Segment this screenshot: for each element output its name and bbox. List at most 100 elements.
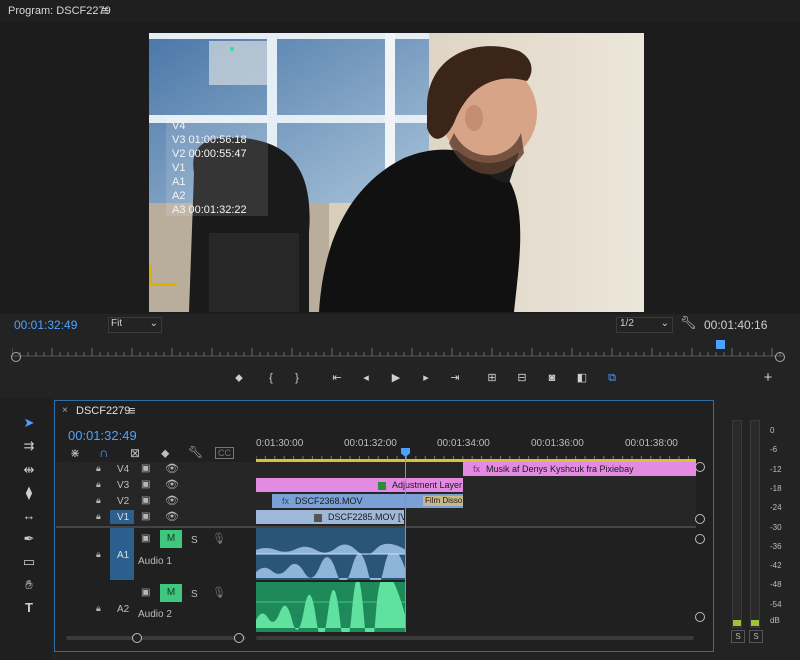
play-icon[interactable]: ▶ — [388, 371, 404, 385]
microphone-icon[interactable]: 🎙︎ — [212, 586, 226, 599]
film-icon[interactable]: ▣ — [141, 479, 150, 490]
playhead-timecode[interactable]: 00:01:32:49 — [14, 318, 77, 332]
clip-v4-music[interactable]: fx Musik af Denys Kyshcuk fra Pixiebay — [463, 462, 696, 476]
audio-clip-a2[interactable] — [256, 582, 406, 632]
scroll-handle[interactable] — [695, 462, 705, 472]
selection-tool-icon[interactable]: ➤ — [19, 414, 39, 432]
wrench-icon[interactable]: 🔧︎ — [188, 445, 203, 459]
export-frame-icon[interactable]: ◙ — [544, 371, 560, 385]
track-lock-icon[interactable]: 🔒︎ — [96, 549, 101, 560]
film-icon[interactable]: ▣ — [141, 533, 150, 544]
nest-toggle-icon[interactable]: ⋇ — [70, 446, 80, 460]
go-to-in-icon[interactable]: ⇤ — [329, 371, 345, 385]
timeline-timecode[interactable]: 00:01:32:49 — [68, 428, 137, 443]
track-label-v3[interactable]: V3 — [117, 480, 129, 491]
pen-tool-icon[interactable]: ✒ — [19, 530, 39, 548]
film-icon[interactable]: ▣ — [141, 587, 150, 598]
track-lock-icon[interactable]: 🔒︎ — [96, 479, 101, 490]
fit-dropdown[interactable]: Fit ⌄ — [108, 317, 162, 333]
linked-selection-icon[interactable]: ⊠ — [130, 446, 140, 460]
solo-button[interactable]: S — [191, 589, 198, 600]
clip-v3-adjustment[interactable]: Adjustment Layer — [256, 478, 463, 492]
eye-icon[interactable]: 👁︎ — [165, 494, 179, 507]
scrub-ruler — [11, 348, 784, 357]
mute-button[interactable]: M — [160, 530, 182, 548]
microphone-icon[interactable]: 🎙︎ — [212, 532, 226, 545]
track-lock-icon[interactable]: 🔒︎ — [96, 463, 101, 474]
program-title: Program: DSCF2279 — [8, 5, 111, 17]
eye-icon[interactable]: 👁︎ — [165, 478, 179, 491]
eye-icon[interactable]: 👁︎ — [165, 510, 179, 523]
scroll-handle[interactable] — [695, 612, 705, 622]
audio-track-name: Audio 1 — [138, 556, 172, 567]
horizontal-scrollbar[interactable] — [66, 636, 246, 640]
fx-badge — [378, 481, 386, 490]
wrench-icon[interactable]: 🔧︎ — [680, 315, 697, 331]
meter-channel-right — [750, 420, 760, 628]
mark-out-button[interactable]: } — [289, 371, 305, 385]
scrub-start-handle[interactable] — [11, 352, 21, 362]
overlay-box — [166, 116, 268, 172]
scroll-handle[interactable] — [695, 514, 705, 524]
proxy-toggle-icon[interactable]: ⧉ — [604, 371, 620, 385]
type-tool-icon[interactable]: T — [19, 599, 39, 617]
step-forward-icon[interactable]: ▸ — [418, 371, 434, 385]
scrub-end-handle[interactable] — [775, 352, 785, 362]
track-select-tool-icon[interactable]: ⇉ — [19, 437, 39, 455]
track-lock-icon[interactable]: 🔒︎ — [96, 603, 101, 614]
audio-clip-a1[interactable] — [256, 528, 406, 580]
ruler-label: 0:01:30:00 — [256, 438, 304, 449]
step-back-icon[interactable]: ◂ — [358, 371, 374, 385]
resolution-dropdown[interactable]: 1/2 ⌄ — [616, 317, 673, 333]
eye-icon[interactable]: 👁︎ — [165, 462, 179, 475]
ruler-label: 00:01:32:00 — [344, 438, 397, 449]
close-icon[interactable]: × — [62, 405, 68, 416]
rectangle-tool-icon[interactable]: ▭ — [19, 553, 39, 571]
solo-left-button[interactable]: S — [731, 630, 745, 643]
track-label-v2[interactable]: V2 — [117, 496, 129, 507]
add-marker-icon[interactable]: ⬥ — [231, 371, 247, 385]
ruler-label: 00:01:38:00 — [625, 438, 678, 449]
snap-icon[interactable]: ∩ — [99, 445, 108, 460]
timeline-menu-icon[interactable]: ≡ — [128, 403, 136, 418]
track-lock-icon[interactable]: 🔒︎ — [96, 511, 101, 522]
film-icon[interactable]: ▣ — [141, 511, 150, 522]
extract-icon[interactable]: ⊟ — [514, 371, 530, 385]
mute-button[interactable]: M — [160, 584, 182, 602]
lift-icon[interactable]: ⊞ — [484, 371, 500, 385]
waveform — [256, 582, 406, 632]
add-marker-icon[interactable]: ⬥ — [161, 446, 169, 461]
mark-in-button[interactable]: { — [263, 371, 279, 385]
clip-label: Musik af Denys Kyshcuk fra Pixiebay — [486, 464, 634, 474]
transition-film-dissolve[interactable]: Film Disso — [423, 496, 463, 506]
track-label-v1[interactable]: V1 — [117, 512, 129, 523]
fit-value: Fit — [111, 318, 123, 329]
slip-tool-icon[interactable]: ↔ — [19, 507, 39, 525]
ripple-edit-tool-icon[interactable]: ⇹ — [19, 461, 39, 479]
track-lock-icon[interactable]: 🔒︎ — [96, 495, 101, 506]
program-menu-icon[interactable]: ≡ — [101, 3, 109, 18]
zoom-handle[interactable] — [234, 633, 244, 643]
comparison-view-icon[interactable]: ◧ — [574, 371, 590, 385]
add-button-icon[interactable]: + — [760, 370, 776, 385]
scrub-bar[interactable] — [11, 340, 784, 358]
hand-tool-icon[interactable]: ✋︎ — [19, 576, 39, 594]
track-label-a1[interactable]: A1 — [117, 550, 129, 561]
solo-right-button[interactable]: S — [749, 630, 763, 643]
sequence-name[interactable]: DSCF2279 — [76, 405, 130, 417]
track-label-v4[interactable]: V4 — [117, 464, 129, 475]
film-icon[interactable]: ▣ — [141, 463, 150, 474]
razor-tool-icon[interactable]: ⧫ — [19, 484, 39, 502]
clip-v1-dscf2285[interactable]: DSCF2285.MOV [V] — [256, 510, 404, 524]
timeline-scrollbar[interactable] — [256, 636, 694, 640]
scroll-handle[interactable] — [695, 534, 705, 544]
scrub-playhead[interactable] — [716, 340, 725, 349]
solo-button[interactable]: S — [191, 535, 198, 546]
overlay-box — [166, 172, 268, 216]
go-to-out-icon[interactable]: ⇥ — [447, 371, 463, 385]
track-label-a2[interactable]: A2 — [117, 604, 129, 615]
film-icon[interactable]: ▣ — [141, 495, 150, 506]
chevron-down-icon: ⌄ — [660, 318, 669, 329]
zoom-handle[interactable] — [132, 633, 142, 643]
captions-icon[interactable]: CC — [215, 447, 234, 459]
